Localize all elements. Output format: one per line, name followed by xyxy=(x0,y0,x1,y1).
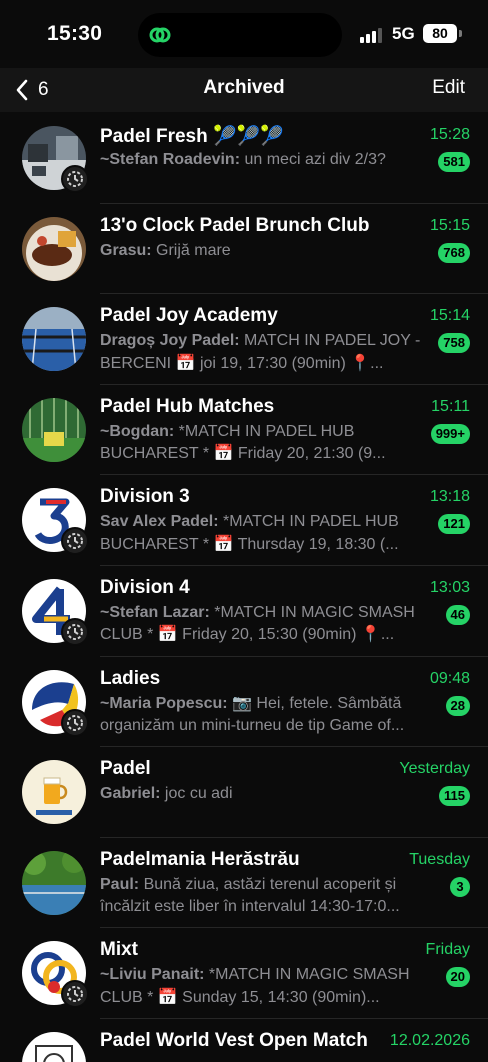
unread-badge: 768 xyxy=(438,242,470,263)
chat-time: 15:28 xyxy=(429,126,470,143)
status-time: 15:30 xyxy=(47,22,103,45)
chat-row[interactable]: Padel World Vest Open Match 12.02.2026 xyxy=(0,1019,488,1062)
community-icon xyxy=(61,617,89,646)
chat-row[interactable]: Padelmania Herăstrău Tuesday Paul: Bună … xyxy=(0,838,488,929)
edit-button[interactable]: Edit xyxy=(432,77,465,99)
network-label: 5G xyxy=(392,24,415,43)
community-icon xyxy=(61,165,89,193)
chat-name: Ladies xyxy=(100,667,161,689)
preview-message: joc cu adi xyxy=(160,785,233,803)
preview-sender: ~Stefan Lazar: xyxy=(100,603,210,621)
chat-time: 13:18 xyxy=(429,488,470,506)
unread-badge: 28 xyxy=(445,695,470,716)
preview-message: Grijă mare xyxy=(151,241,231,259)
chat-name: Division 3 xyxy=(100,486,190,508)
green-court-avatar xyxy=(22,397,86,462)
chat-row[interactable]: Division 3 13:18 Sav Alex Padel: *MATCH … xyxy=(0,475,488,566)
chat-preview: ~Maria Popescu: 📷 Hei, fetele. Sâmbătă o… xyxy=(100,693,430,739)
signal-icon xyxy=(360,27,384,43)
dynamic-island xyxy=(138,13,342,57)
chat-row[interactable]: Mixt Friday ~Liviu Panait: *MATCH IN MAG… xyxy=(0,928,488,1019)
chat-name: Padelmania Herăstrău xyxy=(100,848,300,870)
chat-time: 09:48 xyxy=(429,669,470,687)
community-icon xyxy=(61,527,89,556)
status-bar: 15:30 5G 80 xyxy=(0,0,488,68)
preview-sender: ~Maria Popescu: xyxy=(100,694,228,712)
whatsapp-activity-icon xyxy=(146,21,174,49)
archived-chats-screen: 15:30 5G 80 6 Archived Edit Padel Fresh … xyxy=(0,0,488,1062)
chat-name: Mixt xyxy=(100,939,138,961)
preview-sender: Grasu: xyxy=(100,241,152,259)
beer-logo-avatar xyxy=(22,760,86,825)
unread-badge: 999+ xyxy=(430,423,470,444)
chat-name: Padel Joy Academy xyxy=(100,305,278,327)
chat-time: Friday xyxy=(425,941,470,959)
battery-tip xyxy=(459,30,462,37)
tennis-logo-avatar xyxy=(22,1031,86,1062)
preview-sender: Gabriel: xyxy=(100,785,161,803)
chat-row[interactable]: Padel Yesterday Gabriel: joc cu adi 115 xyxy=(0,747,488,838)
chat-time: Tuesday xyxy=(409,850,470,868)
chat-name: Padel World Vest Open Match xyxy=(100,1029,368,1051)
chat-preview: ~Stefan Lazar: *MATCH IN MAGIC SMASH CLU… xyxy=(100,602,430,648)
preview-sender: Sav Alex Padel: xyxy=(100,513,219,531)
chat-time: 12.02.2026 xyxy=(389,1031,470,1049)
unread-badge: 115 xyxy=(439,786,470,807)
battery-icon: 80 xyxy=(423,24,457,43)
chat-preview: Grasu: Grijă mare xyxy=(100,240,430,286)
unread-badge: 46 xyxy=(445,604,470,625)
preview-sender: Dragoș Joy Padel: xyxy=(100,332,240,350)
chat-preview: ~Liviu Panait: *MATCH IN MAGIC SMASH CLU… xyxy=(100,964,430,1010)
chat-row[interactable]: Padel Joy Academy 15:14 Dragoș Joy Padel… xyxy=(0,294,488,385)
preview-sender: ~Stefan Roadevin: xyxy=(100,151,241,168)
chat-preview: ~Bogdan: *MATCH IN PADEL HUB BUCHAREST *… xyxy=(100,421,430,467)
padel-court-avatar xyxy=(22,307,86,372)
chat-row[interactable]: Padel Fresh 🎾🎾🎾 15:28 ~Stefan Roadevin: … xyxy=(0,113,488,204)
chat-name: 13'o Clock Padel Brunch Club xyxy=(100,214,370,236)
unread-badge: 758 xyxy=(438,333,470,354)
chat-preview: Sav Alex Padel: *MATCH IN PADEL HUB BUCH… xyxy=(100,511,430,557)
food-plate-avatar xyxy=(22,216,86,281)
back-button[interactable]: 6 xyxy=(14,76,49,104)
preview-sender: Paul: xyxy=(100,875,140,893)
chat-time: 15:14 xyxy=(429,307,470,325)
chat-preview: Gabriel: joc cu adi xyxy=(100,783,430,829)
unread-badge: 3 xyxy=(450,876,470,897)
community-icon xyxy=(61,980,89,1009)
chat-time: 13:03 xyxy=(429,578,470,596)
chat-row[interactable]: Division 4 13:03 ~Stefan Lazar: *MATCH I… xyxy=(0,566,488,657)
chat-time: Yesterday xyxy=(399,760,470,778)
page-title: Archived xyxy=(203,77,285,98)
unread-badge: 121 xyxy=(438,514,470,535)
chat-preview: Paul: Bună ziua, astăzi terenul acoperit… xyxy=(100,874,430,920)
unread-badge: 581 xyxy=(438,152,470,172)
chat-row[interactable]: Ladies 09:48 ~Maria Popescu: 📷 Hei, fete… xyxy=(0,657,488,748)
back-count: 6 xyxy=(38,79,49,100)
chat-row[interactable]: Padel Hub Matches 15:11 ~Bogdan: *MATCH … xyxy=(0,385,488,476)
outdoor-court-avatar xyxy=(22,850,86,915)
unread-badge: 20 xyxy=(445,967,470,988)
preview-sender: ~Bogdan: xyxy=(100,422,175,440)
chat-time: 15:11 xyxy=(431,397,470,415)
navigation-bar: 6 Archived Edit xyxy=(0,68,488,112)
chat-name: Padel Fresh 🎾🎾🎾 xyxy=(100,126,284,147)
chat-name: Padel xyxy=(100,758,151,780)
chat-list: Padel Fresh 🎾🎾🎾 15:28 ~Stefan Roadevin: … xyxy=(0,113,488,1062)
preview-sender: ~Liviu Panait: xyxy=(100,966,205,984)
preview-message: Bună ziua, astăzi terenul acoperit și în… xyxy=(100,875,400,916)
community-icon xyxy=(61,708,89,737)
chat-name: Padel Hub Matches xyxy=(100,395,275,417)
chat-row[interactable]: 13'o Clock Padel Brunch Club 15:15 Grasu… xyxy=(0,204,488,295)
chat-preview: ~Stefan Roadevin: un meci azi div 2/3? xyxy=(100,149,430,195)
chat-preview: Dragoș Joy Padel: MATCH IN PADEL JOY - B… xyxy=(100,330,430,376)
preview-message: un meci azi div 2/3? xyxy=(240,151,386,168)
chat-name: Division 4 xyxy=(100,576,190,598)
chat-time: 15:15 xyxy=(429,216,470,234)
chevron-left-icon xyxy=(16,79,28,101)
